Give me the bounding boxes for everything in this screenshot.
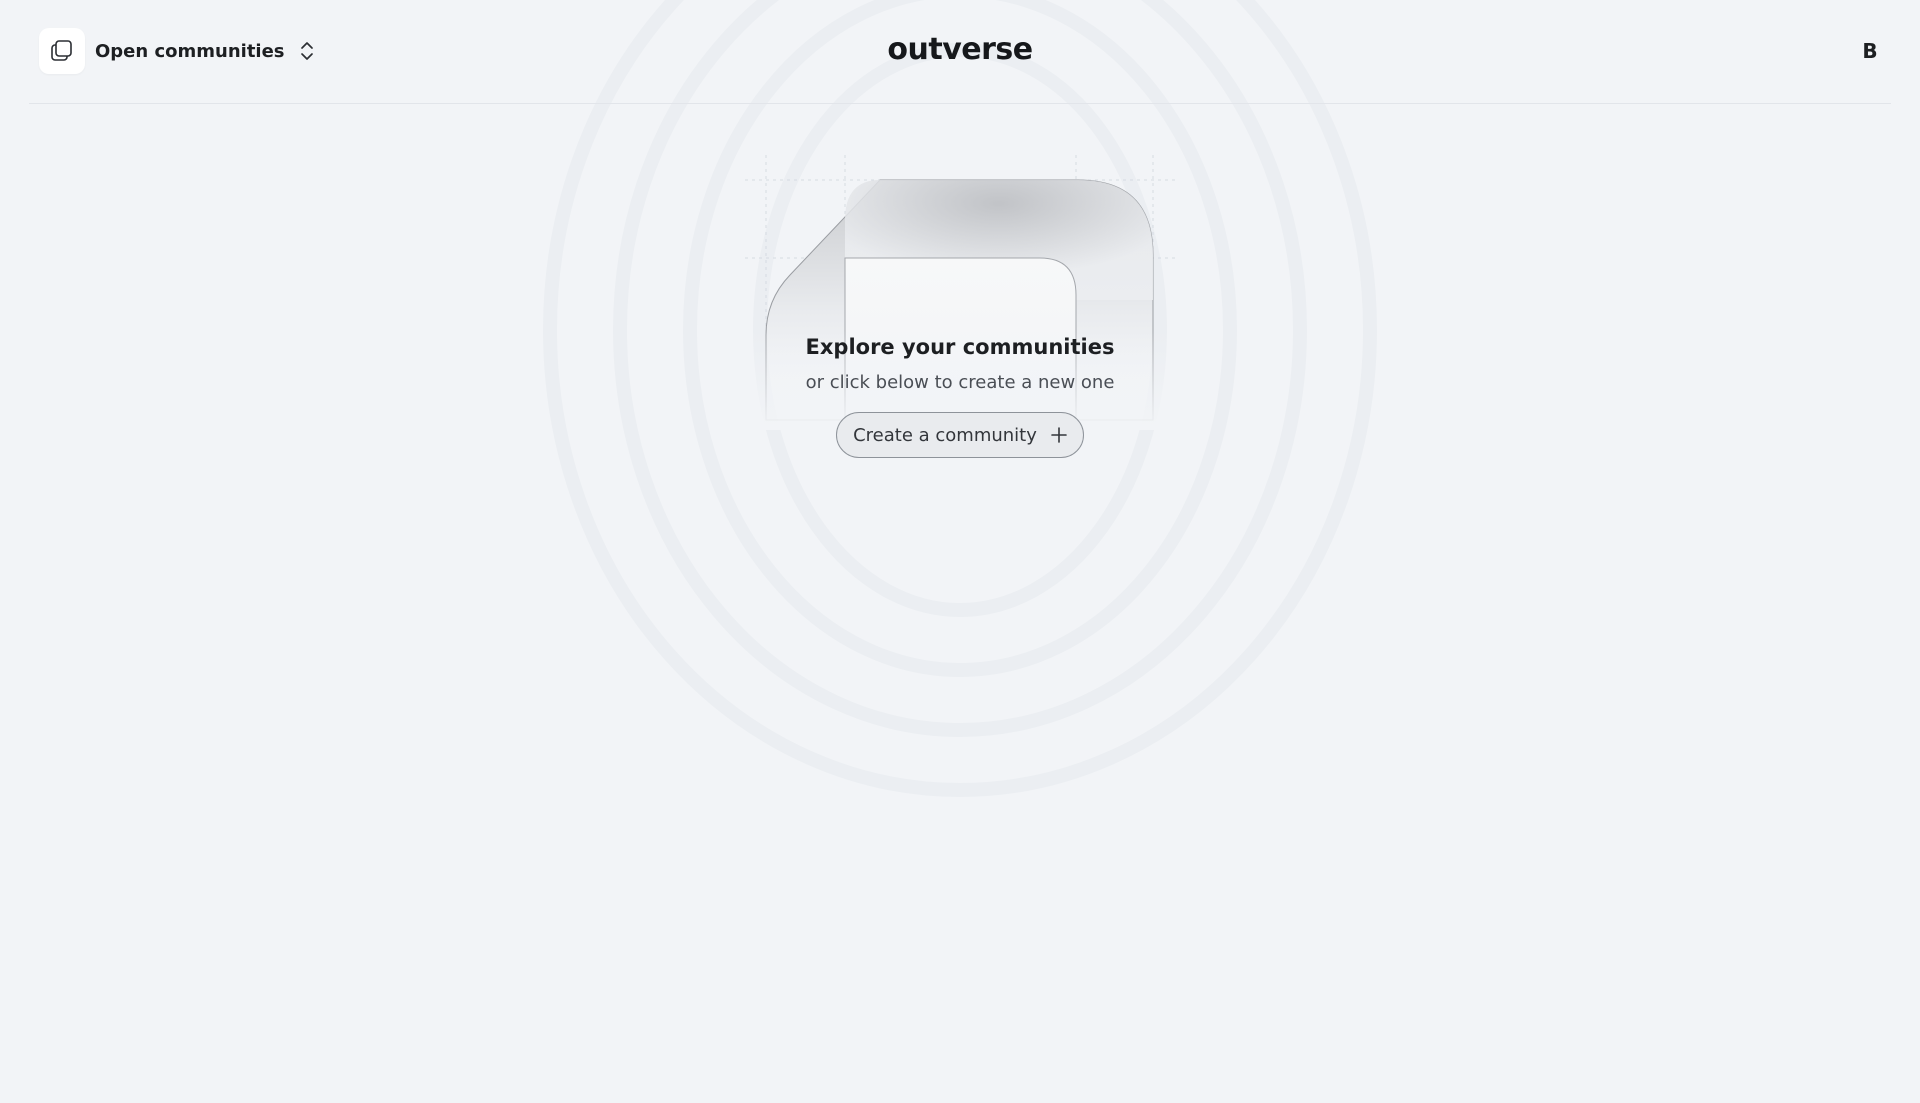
avatar[interactable]: B bbox=[1849, 30, 1891, 72]
plus-icon bbox=[1051, 427, 1067, 443]
empty-state: Explore your communities or click below … bbox=[0, 330, 1920, 458]
create-community-label: Create a community bbox=[853, 424, 1037, 446]
top-bar: Open communities outverse B bbox=[29, 0, 1891, 104]
create-community-button[interactable]: Create a community bbox=[836, 412, 1084, 458]
chevron-up-down-icon[interactable] bbox=[296, 38, 318, 64]
empty-state-title: Explore your communities bbox=[805, 335, 1115, 359]
brand-logo[interactable]: outverse bbox=[887, 32, 1033, 67]
community-switcher[interactable]: Open communities bbox=[39, 28, 285, 74]
folded-shape-illustration bbox=[543, 0, 1377, 797]
switcher-label: Open communities bbox=[95, 40, 285, 62]
page: Open communities outverse B Explore your… bbox=[0, 0, 1920, 1103]
empty-state-subtitle: or click below to create a new one bbox=[805, 372, 1115, 393]
stacked-squares-icon bbox=[39, 28, 85, 74]
